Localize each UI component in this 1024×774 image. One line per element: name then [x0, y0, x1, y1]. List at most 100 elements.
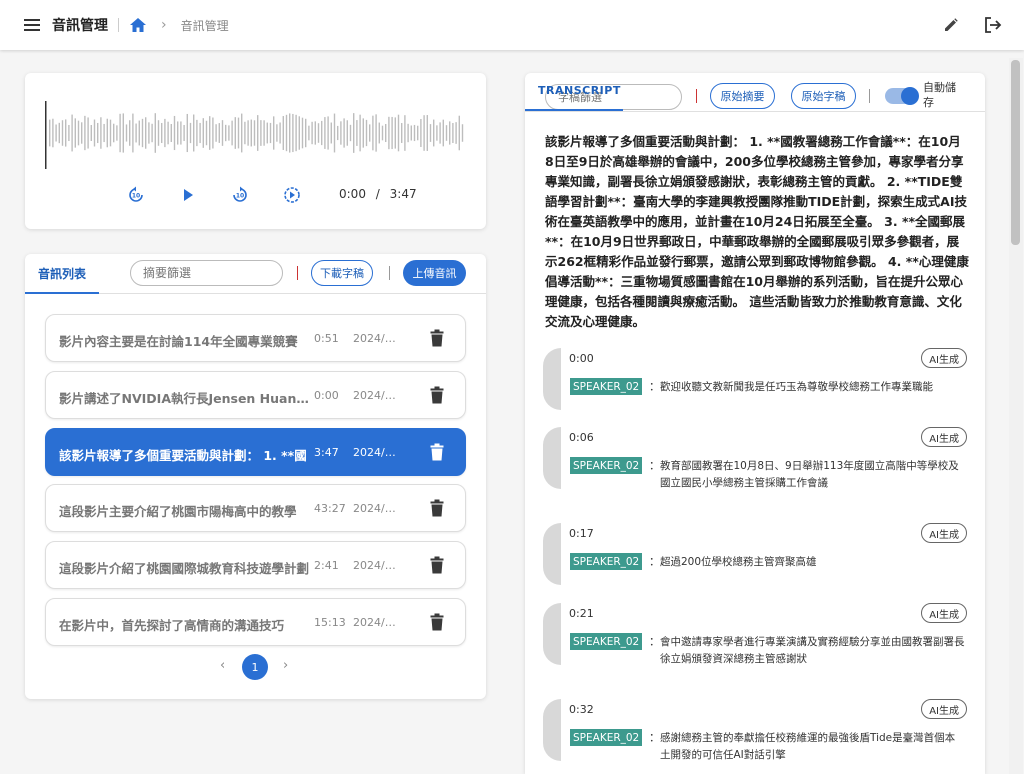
speaker-tag[interactable]: SPEAKER_02 [570, 553, 643, 570]
svg-text:10: 10 [132, 193, 140, 200]
waveform-bar [125, 124, 128, 142]
waveform-bar [445, 125, 448, 141]
ai-generate-button[interactable]: AI生成 [921, 603, 967, 623]
segment-text[interactable]: 教育部國教署在10月8日、9日舉辦113年度國立高階中等學校及國立國民小學總務主… [660, 458, 965, 492]
waveform-bar [429, 124, 432, 142]
original-transcript-button[interactable]: 原始字稿 [791, 83, 856, 109]
waveform-bar [170, 124, 172, 142]
segment-time[interactable]: 0:06 [569, 431, 594, 444]
time-separator: / [375, 187, 380, 201]
waveform-bar [295, 114, 297, 152]
speed-icon[interactable] [281, 184, 303, 206]
list-item[interactable]: 影片講述了NVIDIA執行長Jensen Huang在 0:00 2024/1... [45, 370, 466, 419]
transcript-segment[interactable]: 0:21 AI生成 SPEAKER_02 ：會中邀請專家學者進行專業演講及實務經驗分享… [543, 603, 967, 673]
ai-generate-button[interactable]: AI生成 [921, 348, 967, 368]
waveform-bar [410, 125, 412, 141]
waveform-bar [109, 119, 112, 147]
trash-icon[interactable] [430, 556, 444, 574]
waveform-bar [215, 124, 217, 142]
waveform-bar [349, 124, 352, 142]
waveform-bar [314, 121, 316, 145]
list-item[interactable]: 影片內容主要是在討論114年全國專業競賽 0:51 2024/1... [45, 314, 466, 362]
waveform-bar [317, 123, 320, 143]
tab-transcript[interactable]: TRANSCRIPT [538, 84, 621, 97]
item-title: 這段影片介紹了桃園國際城教育科技遊學計劃 [59, 561, 309, 577]
segment-time[interactable]: 0:00 [569, 352, 594, 365]
waveform-bar [394, 117, 396, 149]
speaker-tag[interactable]: SPEAKER_02 [570, 633, 643, 650]
speaker-colon: ： [649, 380, 660, 393]
waveform-bar [289, 113, 291, 153]
segment-time[interactable]: 0:21 [569, 607, 594, 620]
ai-generate-button[interactable]: AI生成 [921, 523, 967, 543]
tab-audio-list[interactable]: 音訊列表 [25, 254, 99, 294]
waveform-bar [97, 122, 99, 144]
autosave-toggle[interactable] [885, 87, 919, 105]
waveform-bar [420, 119, 422, 147]
item-title: 影片講述了NVIDIA執行長Jensen Huang在 [59, 390, 309, 406]
segment-marker [543, 427, 561, 489]
trash-icon[interactable] [430, 613, 444, 631]
upload-audio-button[interactable]: 上傳音訊 [403, 260, 466, 286]
waveform-bar [177, 121, 179, 145]
current-time: 0:00 [339, 187, 366, 201]
home-icon[interactable] [129, 17, 147, 33]
speaker-tag[interactable]: SPEAKER_02 [570, 457, 643, 474]
waveform-bar [285, 114, 288, 152]
speaker-tag[interactable]: SPEAKER_02 [570, 378, 643, 395]
pagination-next[interactable]: › [283, 658, 288, 673]
segment-text[interactable]: 會中邀請專家學者進行專業演講及實務經驗分享並由國教署副署長徐立娟頒發資深總務主管… [660, 634, 965, 668]
item-duration: 15:13 [314, 616, 346, 629]
transcript-segment[interactable]: 0:00 AI生成 SPEAKER_02 ：歡迎收聽文教新聞我是任巧玉為尊敬學校總務工… [543, 348, 967, 418]
ai-generate-button[interactable]: AI生成 [921, 699, 967, 719]
waveform-bar [231, 120, 233, 146]
waveform[interactable] [45, 101, 465, 169]
waveform-bar [356, 120, 358, 146]
segment-text[interactable]: 超過200位學校總務主管齊聚高雄 [660, 554, 965, 571]
transcript-segment[interactable]: 0:32 AI生成 SPEAKER_02 ：感謝總務主管的奉獻擔任校務維運的最強後盾T… [543, 699, 967, 769]
autosave-label: 自動儲存 [923, 81, 956, 109]
logout-icon[interactable] [984, 16, 1002, 34]
trash-icon[interactable] [430, 386, 444, 404]
list-item[interactable]: 在影片中，首先探討了高情商的溝通技巧 15:13 2024/0... [45, 598, 466, 646]
edit-icon[interactable] [944, 18, 958, 32]
waveform-bar [189, 122, 192, 144]
list-item[interactable]: 這段影片介紹了桃園國際城教育科技遊學計劃 2:41 2024/1... [45, 541, 466, 590]
waveform-bar [113, 123, 115, 143]
waveform-bar [186, 113, 188, 153]
trash-icon[interactable] [430, 329, 444, 347]
toggle-knob [901, 87, 919, 105]
trash-icon[interactable] [430, 443, 444, 461]
ai-generate-button[interactable]: AI生成 [921, 427, 967, 447]
scrollbar-thumb[interactable] [1011, 60, 1020, 245]
segment-text[interactable]: 歡迎收聽文教新聞我是任巧玉為尊敬學校總務工作專業職能 [660, 379, 965, 396]
download-transcript-button[interactable]: 下載字稿 [311, 260, 373, 286]
replay-10-icon[interactable]: 10 [125, 184, 147, 206]
pagination-prev[interactable]: ‹ [220, 658, 225, 673]
waveform-bar [49, 119, 51, 147]
list-item[interactable]: 該影片報導了多個重要活動與計劃： 1. **國 3:47 2024/1... [45, 427, 466, 476]
waveform-bar [266, 122, 268, 144]
transcript-segment[interactable]: 0:17 AI生成 SPEAKER_02 ：超過200位學校總務主管齊聚高雄 [543, 523, 967, 593]
segment-time[interactable]: 0:32 [569, 703, 594, 716]
menu-icon[interactable] [24, 18, 42, 32]
playhead-cursor[interactable] [45, 101, 47, 169]
pagination-page-1[interactable]: 1 [242, 654, 268, 680]
waveform-bar [327, 116, 329, 150]
list-item[interactable]: 這段影片主要介紹了桃園市陽梅高中的教學 43:27 2024/1... [45, 484, 466, 533]
waveform-bar [106, 118, 108, 148]
svg-text:10: 10 [236, 193, 244, 200]
segment-marker [543, 603, 561, 665]
original-summary-button[interactable]: 原始摘要 [710, 83, 775, 109]
play-icon[interactable] [177, 184, 199, 206]
summary-filter-input[interactable] [130, 260, 283, 286]
item-duration: 43:27 [314, 502, 346, 516]
segment-text[interactable]: 感謝總務主管的奉獻擔任校務維運的最強後盾Tide是臺灣首個本土開發的可信任AI對… [660, 730, 965, 764]
speaker-tag[interactable]: SPEAKER_02 [570, 729, 643, 746]
waveform-bar [132, 113, 134, 153]
item-date: 2024/0... [353, 616, 401, 629]
segment-time[interactable]: 0:17 [569, 527, 594, 540]
forward-10-icon[interactable]: 10 [229, 184, 251, 206]
transcript-segment[interactable]: 0:06 AI生成 SPEAKER_02 ：教育部國教署在10月8日、9日舉辦113年… [543, 427, 967, 497]
trash-icon[interactable] [430, 499, 444, 517]
